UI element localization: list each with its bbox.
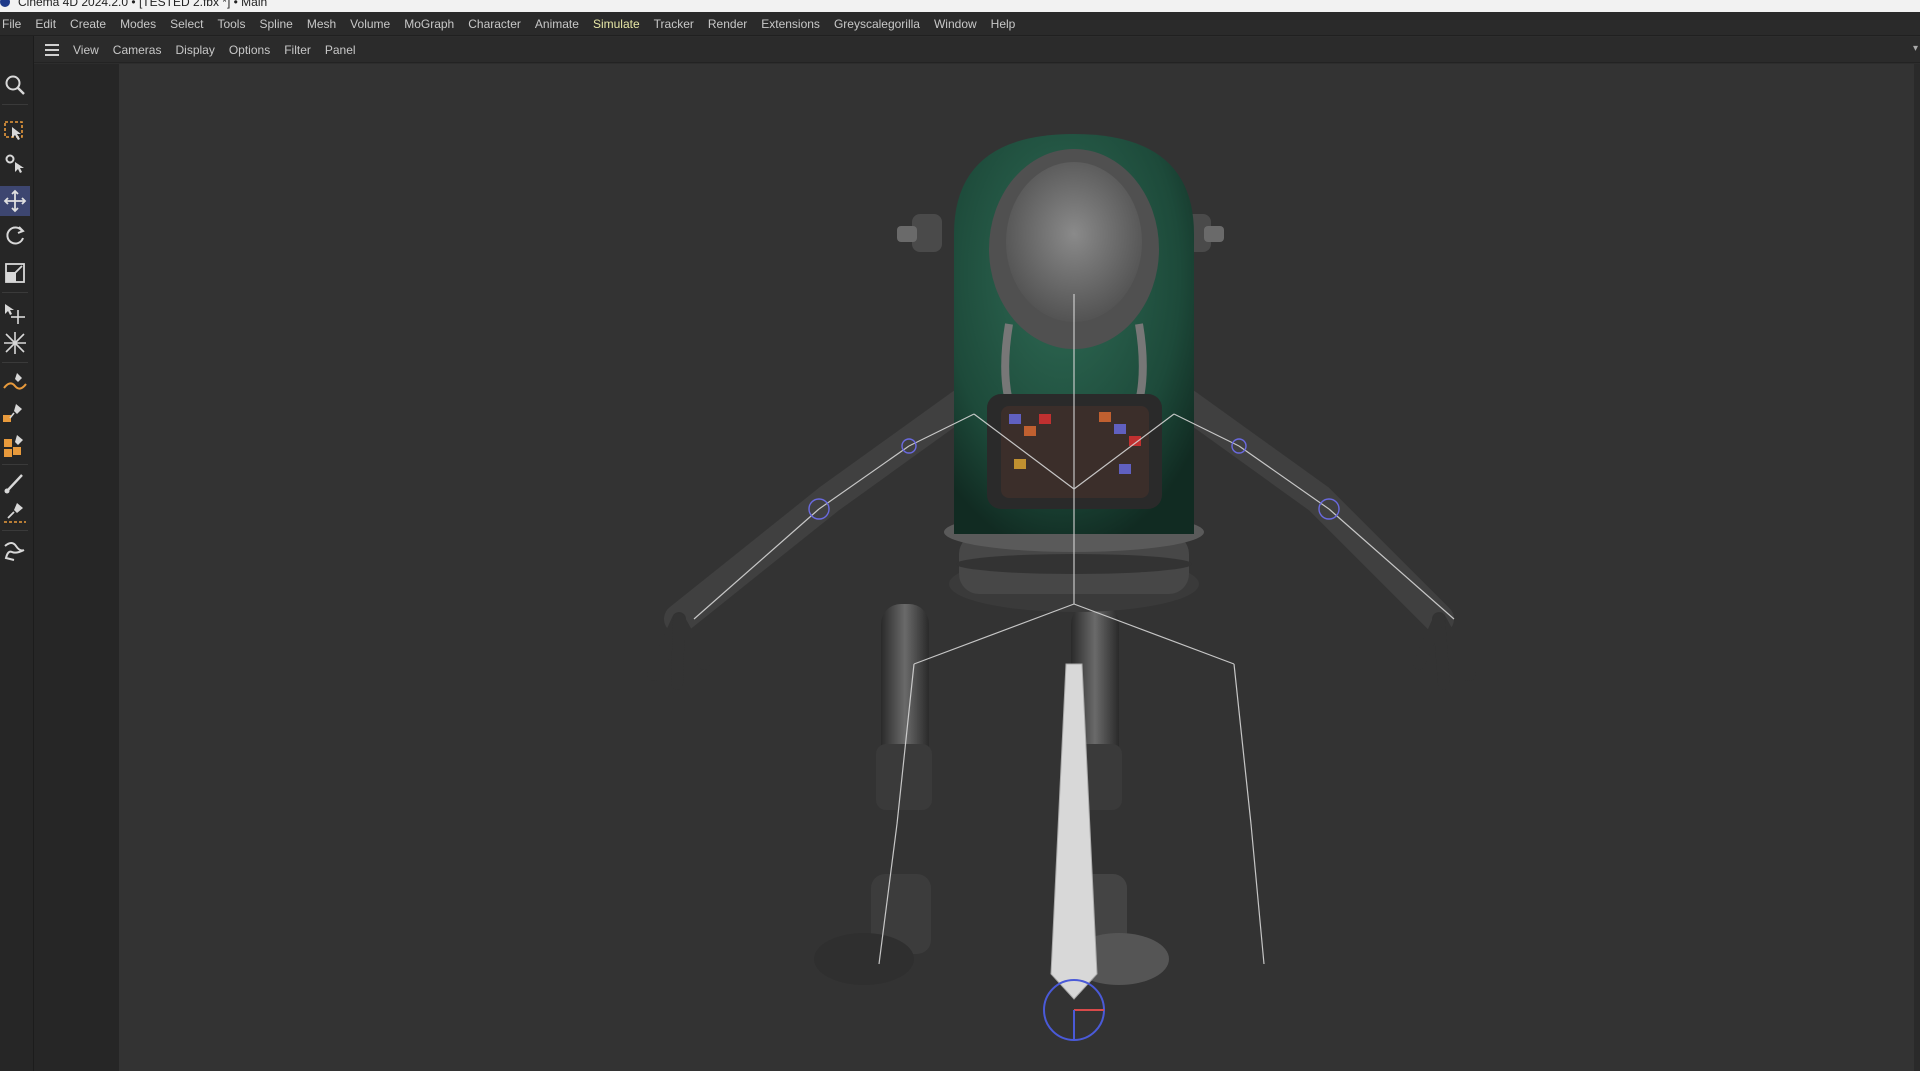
menu-render[interactable]: Render — [701, 12, 754, 36]
toolbar-divider — [2, 104, 28, 105]
menu-edit[interactable]: Edit — [28, 12, 63, 36]
scale-tool[interactable] — [0, 258, 30, 288]
viewport-menu-display[interactable]: Display — [168, 37, 221, 63]
spline-pen-icon — [3, 373, 27, 390]
main-menubar: File Edit Create Modes Select Tools Spli… — [0, 12, 1920, 36]
robot-arm-right — [1172, 389, 1476, 690]
viewport-menu-filter[interactable]: Filter — [277, 37, 318, 63]
menu-window[interactable]: Window — [927, 12, 984, 36]
window-title: Cinema 4D 2024.2.0 • [TESTED 2.fbx *] • … — [18, 0, 268, 9]
rotate-icon — [6, 226, 25, 245]
robot-leg-left — [814, 604, 932, 985]
menu-extensions[interactable]: Extensions — [754, 12, 827, 36]
viewport-menu-cameras[interactable]: Cameras — [106, 37, 169, 63]
search-tool[interactable] — [0, 70, 30, 100]
rotate-tool[interactable] — [0, 221, 30, 251]
menu-greyscalegorilla[interactable]: Greyscalegorilla — [827, 12, 927, 36]
polygon-pen-tool[interactable] — [0, 431, 30, 461]
joint-tool[interactable] — [0, 536, 30, 566]
cinema4d-logo-icon — [0, 0, 10, 7]
menu-simulate[interactable]: Simulate — [586, 12, 647, 36]
menu-character[interactable]: Character — [461, 12, 528, 36]
menu-spline[interactable]: Spline — [252, 12, 299, 36]
toolbar-divider — [2, 530, 28, 531]
viewport-menu-options[interactable]: Options — [222, 37, 277, 63]
menu-tools[interactable]: Tools — [210, 12, 252, 36]
rectangle-selection-icon — [4, 121, 23, 140]
robot-ear-left — [897, 214, 942, 252]
move-object-icon — [5, 304, 25, 324]
viewport-side-strip — [34, 64, 119, 1071]
3d-viewport[interactable] — [119, 64, 1920, 1071]
left-toolbar — [0, 36, 34, 1071]
spline-pen-tool[interactable] — [0, 368, 30, 398]
menu-file[interactable]: File — [0, 12, 28, 36]
sketch-icon — [3, 404, 22, 422]
menu-tracker[interactable]: Tracker — [647, 12, 701, 36]
menu-create[interactable]: Create — [63, 12, 113, 36]
scale-icon — [5, 263, 25, 283]
menu-modes[interactable]: Modes — [113, 12, 163, 36]
brush-icon — [4, 474, 23, 494]
chevron-down-icon[interactable]: ▾ — [1913, 43, 1918, 54]
menu-select[interactable]: Select — [163, 12, 210, 36]
viewport-menubar: View Cameras Display Options Filter Pane… — [34, 37, 1920, 63]
menu-help[interactable]: Help — [984, 12, 1023, 36]
move-object-tool[interactable] — [0, 298, 30, 328]
toolbar-divider — [2, 362, 28, 363]
menu-animate[interactable]: Animate — [528, 12, 586, 36]
viewport-menu-icon[interactable] — [38, 37, 66, 63]
viewport-menu-view[interactable]: View — [66, 37, 106, 63]
robot-model-render — [647, 134, 1476, 1041]
move-tool[interactable] — [0, 186, 30, 216]
joint-tool-icon — [4, 542, 25, 561]
menu-volume[interactable]: Volume — [343, 12, 397, 36]
polygon-pen-icon — [4, 435, 23, 457]
scale-object-tool[interactable] — [0, 328, 30, 358]
sketch-tool[interactable] — [0, 398, 30, 428]
viewport-right-edge — [1914, 64, 1920, 1071]
search-icon — [5, 75, 25, 95]
title-bar: Cinema 4D 2024.2.0 • [TESTED 2.fbx *] • … — [0, 0, 1920, 12]
menu-mesh[interactable]: Mesh — [300, 12, 343, 36]
rectangle-selection-tool[interactable] — [0, 116, 30, 146]
viewport-menu-panel[interactable]: Panel — [318, 37, 363, 63]
move-icon — [3, 189, 27, 213]
brush-tool[interactable] — [0, 468, 30, 498]
knife-icon — [4, 503, 26, 523]
live-selection-tool[interactable] — [0, 148, 30, 178]
menu-mograph[interactable]: MoGraph — [397, 12, 461, 36]
toolbar-divider — [2, 464, 28, 465]
live-selection-icon — [5, 154, 24, 173]
knife-tool[interactable] — [0, 498, 30, 528]
scale-object-icon — [4, 332, 26, 354]
toolbar-divider — [2, 292, 28, 293]
